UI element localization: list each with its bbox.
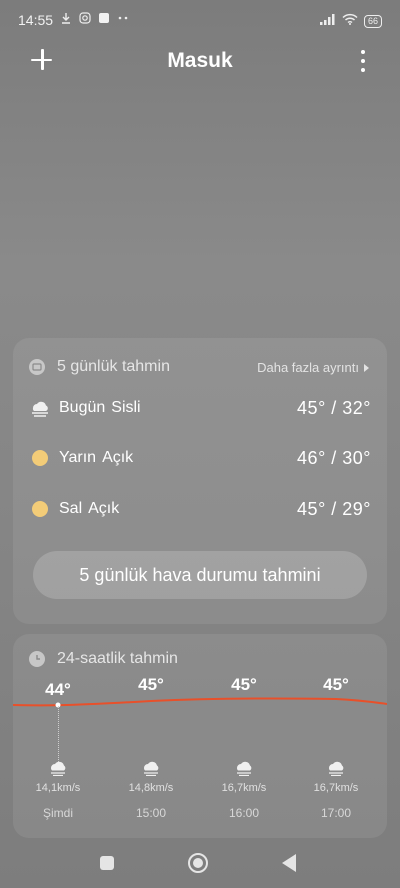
- hour-label: 16:00: [228, 806, 260, 820]
- signal-icon: [319, 12, 336, 30]
- home-button[interactable]: [188, 853, 208, 873]
- calendar-icon: [29, 359, 45, 375]
- current-time-marker: [58, 706, 59, 768]
- more-vertical-icon[interactable]: [359, 50, 367, 72]
- hour-temp: 45°: [138, 675, 164, 694]
- five-day-forecast-button[interactable]: 5 günlük hava durumu tahmini: [33, 551, 367, 599]
- day-condition: Açık: [88, 500, 120, 517]
- city-title: Masuk: [167, 49, 233, 72]
- sun-icon: [29, 498, 51, 520]
- daily-card-header: 5 günlük tahmin: [29, 358, 170, 376]
- hour-label: 17:00: [320, 806, 352, 820]
- hourly-card-title: 24-saatlik tahmin: [57, 650, 178, 667]
- temperature-trend-line: [13, 697, 387, 708]
- status-bar: 14:55 66: [0, 0, 400, 40]
- back-button[interactable]: [282, 854, 296, 872]
- clock-icon: [29, 651, 45, 667]
- wind-speed: 14,8km/s: [128, 782, 174, 794]
- hourly-forecast-card: 24-saatlik tahmin 44° 45° 45° 45° 14,1km…: [13, 634, 387, 838]
- more-details-link[interactable]: Daha fazla ayrıntı: [257, 360, 369, 375]
- instagram-icon: [78, 11, 91, 24]
- status-right-icons: 66: [319, 12, 382, 30]
- day-label: Yarın: [59, 449, 97, 466]
- day-condition: Sisli: [111, 399, 141, 416]
- sun-icon: [29, 447, 51, 469]
- fog-icon: [29, 397, 51, 419]
- wind-speed: 14,1km/s: [35, 782, 81, 794]
- chevron-right-icon: [364, 363, 369, 372]
- fog-icon: [47, 760, 69, 777]
- hour-column: 16,7km/s 16:00: [204, 760, 284, 820]
- hour-temp: 45°: [323, 675, 349, 694]
- day-condition: Açık: [102, 449, 134, 466]
- dots-icon: [116, 11, 129, 24]
- download-icon: [59, 11, 72, 24]
- app-header: Masuk: [0, 42, 400, 82]
- hour-label: Şimdi: [42, 806, 73, 820]
- daily-card-title: 5 günlük tahmin: [57, 358, 170, 375]
- day-label: Sal: [59, 500, 83, 517]
- day-row[interactable]: Yarın Açık 46° / 30°: [29, 443, 371, 473]
- app-icon: [97, 11, 110, 24]
- more-details-label: Daha fazla ayrıntı: [257, 360, 359, 375]
- daily-forecast-card: 5 günlük tahmin Daha fazla ayrıntı Bugün…: [13, 338, 387, 624]
- hour-temp: 45°: [231, 675, 257, 694]
- day-temperature: 45° / 32°: [297, 397, 371, 418]
- hourly-card-header: 24-saatlik tahmin: [29, 650, 178, 668]
- wind-speed: 16,7km/s: [313, 782, 359, 794]
- hour-label: 15:00: [135, 806, 167, 820]
- wifi-icon: [342, 12, 358, 30]
- status-time: 14:55: [18, 12, 54, 28]
- day-row[interactable]: Sal Açık 45° / 29°: [29, 494, 371, 524]
- wind-speed: 16,7km/s: [221, 782, 267, 794]
- day-label: Bugün: [59, 399, 106, 416]
- fog-icon: [325, 760, 347, 777]
- system-nav-bar: [0, 846, 400, 888]
- status-left-icons: [59, 11, 129, 24]
- recents-button[interactable]: [100, 856, 114, 870]
- hour-column: 14,8km/s 15:00: [111, 760, 191, 820]
- battery-icon: 66: [363, 14, 382, 28]
- hour-column: 14,1km/s Şimdi: [18, 760, 98, 820]
- fog-icon: [140, 760, 162, 777]
- fog-icon: [233, 760, 255, 777]
- day-row[interactable]: Bugün Sisli 45° / 32°: [29, 393, 371, 423]
- day-temperature: 45° / 29°: [297, 498, 371, 519]
- hour-column: 16,7km/s 17:00: [296, 760, 376, 820]
- day-temperature: 46° / 30°: [297, 447, 371, 468]
